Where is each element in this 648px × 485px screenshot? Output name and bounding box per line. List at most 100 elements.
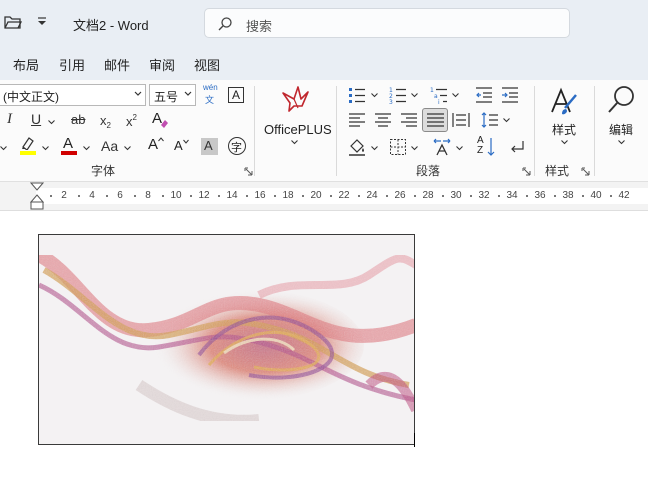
shrink-font-glyph: A [174,138,183,153]
line-spacing-icon[interactable] [481,111,499,129]
styles-gallery-button[interactable]: 样式 [540,84,588,156]
ruler-minor-tick [50,195,52,197]
character-border-button[interactable]: A [228,87,244,103]
bullets-icon[interactable] [348,86,366,104]
tab-review[interactable]: 审阅 [149,55,175,74]
ruler-minor-tick [442,195,444,197]
document-page[interactable] [0,211,648,485]
ruler-strip[interactable]: 2 4 6 8 10 12 14 16 18 20 22 24 26 28 30 32 34 36 38 40 42 [36,188,648,204]
align-left-icon[interactable] [348,112,366,128]
ruler-tick-label: 26 [394,190,406,201]
indent-marker-icon[interactable] [30,182,44,211]
font-name-combo[interactable]: (中文正文) [0,84,146,106]
align-right-icon[interactable] [400,112,418,128]
ruler-minor-tick [554,195,556,197]
increase-indent-icon[interactable] [501,86,519,104]
horizontal-ruler: 2 4 6 8 10 12 14 16 18 20 22 24 26 28 30 32 34 36 38 40 42 [0,182,648,211]
superscript-button[interactable]: x2 [126,113,137,129]
text-cursor [414,433,415,447]
ruler-minor-tick [470,195,472,197]
line-spacing-dropdown-icon[interactable] [503,118,510,123]
italic-button[interactable]: I [7,111,12,128]
font-color-swatch [61,151,77,155]
group-separator [594,86,595,176]
subscript-button[interactable]: x2 [100,113,111,130]
multilevel-list-icon[interactable]: 1 a i [430,86,448,104]
caret-up-icon [158,137,164,142]
font-color-button[interactable]: A [60,135,78,158]
paragraph-dialog-launcher-icon[interactable] [522,167,531,176]
decrease-indent-icon[interactable] [475,86,493,104]
chevron-down-icon [618,140,625,145]
ruler-tick-label: 18 [282,190,294,201]
sort-button[interactable]: A Z [477,135,497,159]
numbering-dropdown-icon[interactable] [411,93,418,98]
distributed-icon[interactable] [452,112,470,128]
tab-references[interactable]: 引用 [59,55,85,74]
ruler-tick-label: 32 [478,190,490,201]
officeplus-button[interactable]: OfficePLUS [260,84,332,154]
numbering-icon[interactable]: 1 2 3 [389,86,407,104]
styles-dialog-launcher-icon[interactable] [581,167,590,176]
bullets-dropdown-icon[interactable] [371,93,378,98]
grow-font-button[interactable]: A [146,136,166,156]
ruler-tick-label: 16 [254,190,266,201]
ruler-minor-tick [106,195,108,197]
search-box[interactable]: 搜索 [204,8,570,38]
change-case-button[interactable]: Aa [101,138,118,154]
clear-formatting-button[interactable]: A [151,110,171,130]
ruler-tick-label: 42 [618,190,630,201]
highlight-color-swatch [20,151,36,155]
underline-dropdown-icon[interactable] [48,120,55,125]
search-icon [218,17,232,31]
multilevel-dropdown-icon[interactable] [452,93,459,98]
font-name-value: (中文正文) [3,90,59,104]
highlight-dropdown-icon[interactable] [42,146,49,151]
title-bar: 文档2 - Word 搜索 [0,0,648,46]
group-separator [336,86,337,176]
ruler-tick-label: 12 [198,190,210,201]
ruler-tick-label: 2 [61,190,67,201]
show-formatting-marks-icon[interactable] [507,138,525,156]
ruler-minor-tick [302,195,304,197]
phonetic-char: 文 [205,95,215,105]
font-dialog-launcher-icon[interactable] [244,167,253,176]
phonetic-guide-button[interactable]: wén 文 [201,83,219,107]
tab-view[interactable]: 视图 [194,55,220,74]
justify-button[interactable] [422,108,448,132]
text-effects-dropdown-icon[interactable] [0,146,7,151]
chinese-layout-icon[interactable] [432,137,452,157]
shrink-font-button[interactable]: A [172,137,192,157]
borders-dropdown-icon[interactable] [411,146,418,151]
tab-layout[interactable]: 布局 [13,55,39,74]
tab-mailings[interactable]: 邮件 [104,55,130,74]
character-shading-button[interactable]: A [201,138,218,155]
editing-button-label: 编辑 [609,123,634,137]
font-color-dropdown-icon[interactable] [83,146,90,151]
ruler-tick-label: 36 [534,190,546,201]
shading-dropdown-icon[interactable] [371,146,378,151]
abstract-fluid-art-picture[interactable] [38,234,415,445]
magnifier-icon [608,86,634,113]
caret-down-icon [183,139,189,144]
change-case-dropdown-icon[interactable] [124,146,131,151]
quick-access-dropdown-icon[interactable] [36,15,48,29]
editing-button[interactable]: 编辑 [600,84,646,156]
font-size-combo[interactable]: 五号 [149,84,196,106]
borders-icon[interactable] [389,138,407,156]
subscript-mark: 2 [106,121,111,130]
folder-open-icon[interactable] [4,14,22,30]
ruler-tick-label: 14 [226,190,238,201]
ribbon-tabs: 布局 引用 邮件 审阅 视图 [0,46,648,80]
group-separator [254,86,255,176]
underline-button[interactable]: U [31,111,41,127]
highlight-color-button[interactable] [18,136,38,158]
ruler-minor-tick [162,195,164,197]
strikethrough-button[interactable]: ab [71,112,85,127]
enclose-characters-button[interactable]: 字 [228,137,246,155]
paint-bucket-icon[interactable] [348,138,366,156]
ruler-tick-label: 20 [310,190,322,201]
chinese-layout-dropdown-icon[interactable] [456,146,463,151]
styles-paintbrush-icon [551,87,577,115]
align-center-icon[interactable] [374,112,392,128]
